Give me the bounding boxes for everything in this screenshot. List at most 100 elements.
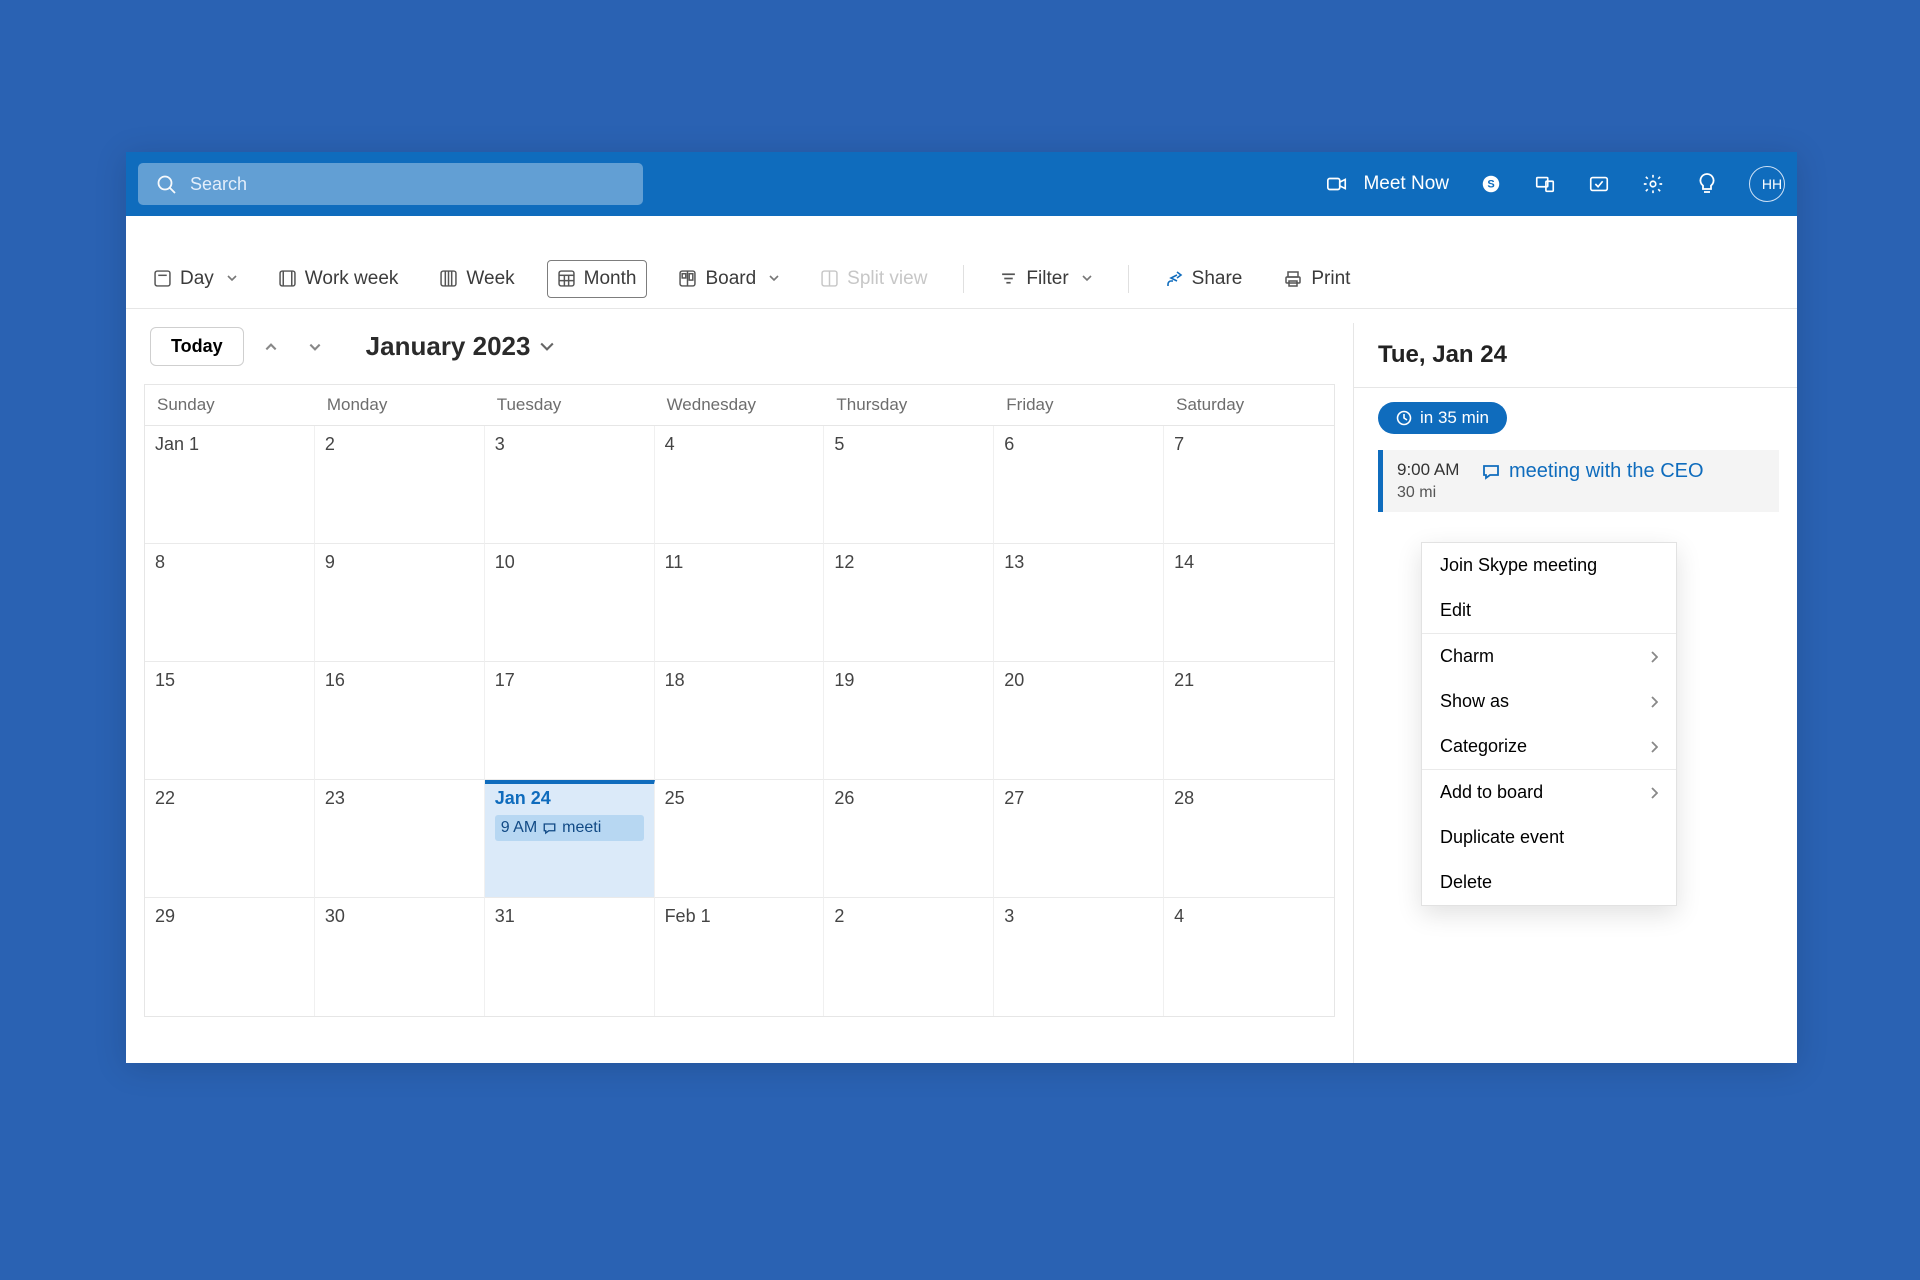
day-number: 29 — [155, 906, 304, 927]
share-button[interactable]: Share — [1155, 261, 1253, 297]
week-icon — [440, 270, 457, 287]
view-work-week[interactable]: Work week — [269, 261, 409, 297]
day-number: 18 — [665, 670, 814, 691]
separator — [963, 265, 964, 293]
avatar[interactable]: HH — [1749, 166, 1785, 202]
day-cell[interactable]: 29 — [145, 898, 315, 1016]
day-cell[interactable]: 13 — [994, 544, 1164, 662]
day-cell[interactable]: 28 — [1164, 780, 1334, 898]
day-number: 30 — [325, 906, 474, 927]
day-number: 23 — [325, 788, 474, 809]
day-number: 15 — [155, 670, 304, 691]
day-number: 10 — [495, 552, 644, 573]
avatar-initials: HH — [1762, 176, 1782, 192]
day-cell[interactable]: 11 — [655, 544, 825, 662]
menu-item[interactable]: Categorize — [1422, 724, 1676, 769]
search-box[interactable] — [138, 163, 643, 205]
month-picker[interactable]: January 2023 — [366, 331, 555, 362]
week-row: 89 10 1112 13 14 — [145, 544, 1334, 662]
day-number: 8 — [155, 552, 304, 573]
settings-icon[interactable] — [1641, 172, 1665, 196]
day-cell[interactable]: 3 — [485, 426, 655, 544]
event-time: 9:00 AM — [1397, 460, 1481, 480]
day-cell[interactable]: 10 — [485, 544, 655, 662]
day-cell[interactable]: 4 — [1164, 898, 1334, 1016]
prev-month-button[interactable] — [254, 330, 288, 364]
menu-item[interactable]: Charm — [1422, 634, 1676, 679]
day-cell[interactable]: 15 — [145, 662, 315, 780]
countdown-pill: in 35 min — [1378, 402, 1507, 434]
tips-icon[interactable] — [1695, 172, 1719, 196]
day-cell[interactable]: Feb 1 — [655, 898, 825, 1016]
day-cell[interactable]: 7 — [1164, 426, 1334, 544]
menu-item[interactable]: Add to board — [1422, 770, 1676, 815]
menu-item[interactable]: Delete — [1422, 860, 1676, 905]
event-chip[interactable]: 9 AMmeeti — [495, 815, 644, 841]
search-icon — [156, 174, 176, 194]
month-icon — [558, 270, 575, 287]
view-week[interactable]: Week — [430, 261, 524, 297]
day-number: 19 — [834, 670, 983, 691]
day-cell[interactable]: 3 — [994, 898, 1164, 1016]
chevron-down-icon — [540, 342, 554, 352]
day-cell[interactable]: 22 — [145, 780, 315, 898]
day-cell[interactable]: 8 — [145, 544, 315, 662]
day-cell[interactable]: 16 — [315, 662, 485, 780]
day-cell[interactable]: 26 — [824, 780, 994, 898]
menu-item[interactable]: Edit — [1422, 588, 1676, 633]
day-cell[interactable]: 12 — [824, 544, 994, 662]
view-board[interactable]: Board — [669, 261, 789, 297]
clock-icon — [1396, 410, 1412, 426]
day-cell[interactable]: 2 — [315, 426, 485, 544]
day-number: 13 — [1004, 552, 1153, 573]
day-number: 26 — [834, 788, 983, 809]
day-cell[interactable]: 18 — [655, 662, 825, 780]
print-button[interactable]: Print — [1274, 261, 1360, 297]
devices-icon[interactable] — [1533, 172, 1557, 196]
next-month-button[interactable] — [298, 330, 332, 364]
day-cell[interactable]: 6 — [994, 426, 1164, 544]
day-cell[interactable]: 5 — [824, 426, 994, 544]
day-number: Jan 1 — [155, 434, 304, 455]
today-button[interactable]: Today — [150, 327, 244, 366]
chat-icon — [1481, 462, 1501, 482]
menu-item[interactable]: Show as — [1422, 679, 1676, 724]
day-cell[interactable]: 27 — [994, 780, 1164, 898]
menu-item[interactable]: Duplicate event — [1422, 815, 1676, 860]
day-cell[interactable]: 19 — [824, 662, 994, 780]
calendar-header: Today January 2023 — [144, 309, 1335, 384]
menu-item[interactable]: Join Skype meeting — [1422, 543, 1676, 588]
day-cell[interactable]: 31 — [485, 898, 655, 1016]
day-number: 9 — [325, 552, 474, 573]
view-month[interactable]: Month — [547, 260, 648, 298]
filter-button[interactable]: Filter — [990, 261, 1101, 297]
day-cell[interactable]: 30 — [315, 898, 485, 1016]
day-number: 21 — [1174, 670, 1324, 691]
day-panel-date: Tue, Jan 24 — [1354, 323, 1797, 388]
meet-now-button[interactable]: Meet Now — [1325, 172, 1449, 196]
day-cell[interactable]: 4 — [655, 426, 825, 544]
search-input[interactable] — [190, 174, 625, 195]
video-icon — [1325, 172, 1349, 196]
day-cell[interactable]: 2 — [824, 898, 994, 1016]
day-cell[interactable]: 21 — [1164, 662, 1334, 780]
day-cell[interactable]: 20 — [994, 662, 1164, 780]
dow-cell: Wednesday — [655, 385, 825, 425]
view-day[interactable]: Day — [144, 261, 247, 297]
day-cell[interactable]: 9 — [315, 544, 485, 662]
day-cell[interactable]: Jan 249 AMmeeti — [485, 780, 655, 898]
day-cell[interactable]: 23 — [315, 780, 485, 898]
work-week-icon — [279, 270, 296, 287]
tasks-icon[interactable] — [1587, 172, 1611, 196]
day-icon — [154, 270, 171, 287]
skype-icon[interactable]: S — [1479, 172, 1503, 196]
day-cell[interactable]: 25 — [655, 780, 825, 898]
event-context-menu: Join Skype meetingEditCharmShow asCatego… — [1421, 542, 1677, 906]
day-cell[interactable]: Jan 1 — [145, 426, 315, 544]
dow-cell: Monday — [315, 385, 485, 425]
split-view[interactable]: Split view — [811, 261, 937, 297]
day-event[interactable]: 9:00 AM 30 mi meeting with the CEO — [1378, 450, 1779, 512]
day-cell[interactable]: 17 — [485, 662, 655, 780]
event-chip-title: meeti — [562, 819, 601, 837]
day-cell[interactable]: 14 — [1164, 544, 1334, 662]
